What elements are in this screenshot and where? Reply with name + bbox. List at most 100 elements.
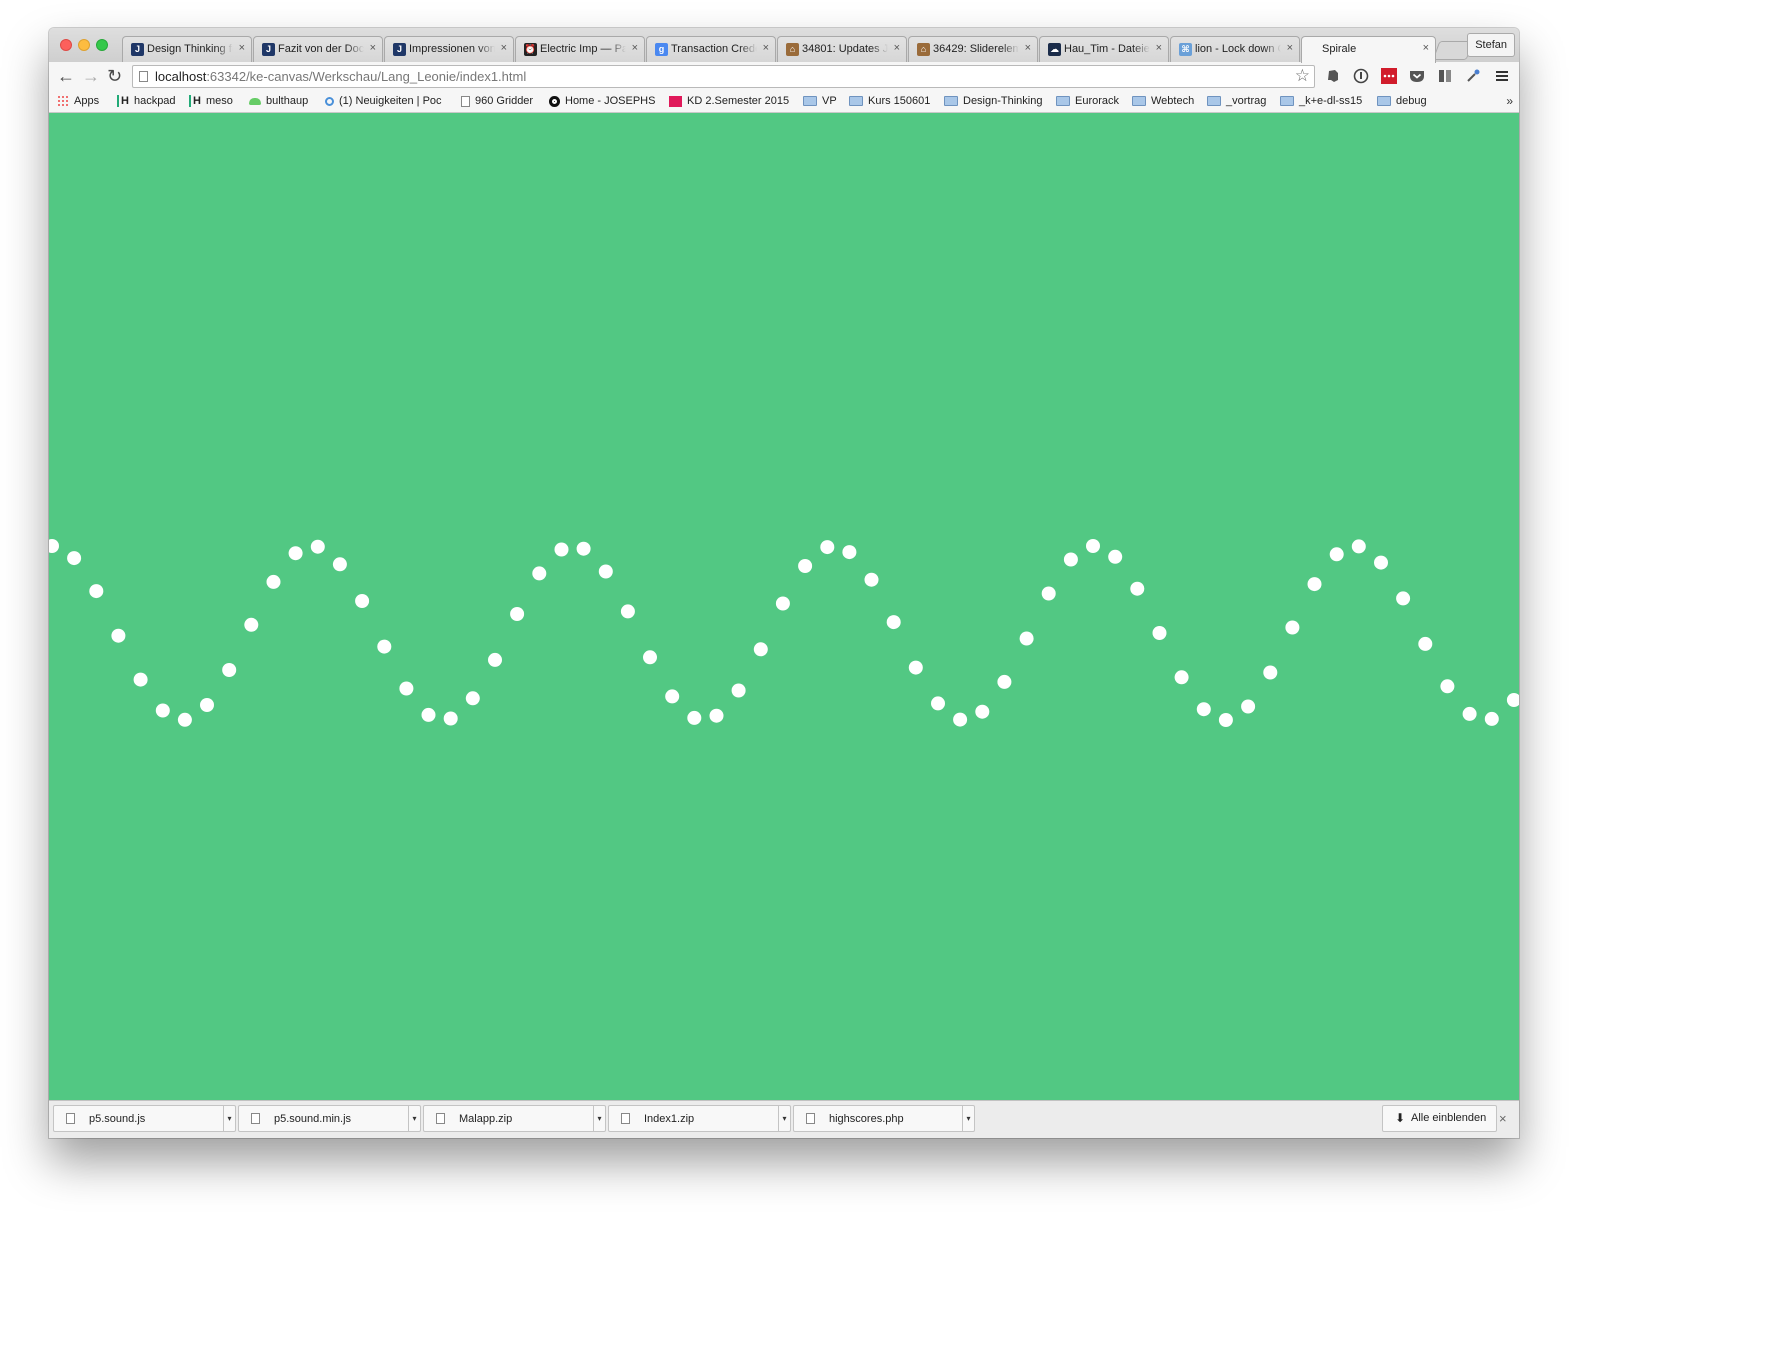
canvas-dot (997, 674, 1012, 689)
bookmark-6[interactable]: 960 Gridder (461, 95, 533, 107)
house-icon: ⌂ (917, 43, 930, 56)
tab-close-icon[interactable]: × (239, 42, 245, 54)
canvas-dot (1307, 577, 1322, 592)
eyedropper-icon[interactable] (1465, 68, 1481, 84)
download-menu-icon[interactable]: ▾ (778, 1106, 790, 1131)
onepassword-icon[interactable] (1353, 68, 1369, 84)
bookmark-label: Home - JOSEPHS (565, 95, 656, 107)
bookmark-12[interactable]: Eurorack (1056, 95, 1119, 107)
show-all-downloads-button[interactable]: ⬇ Alle einblenden (1382, 1105, 1498, 1132)
tab-close-icon[interactable]: × (501, 42, 507, 54)
bookmark-label: _vortrag (1226, 95, 1267, 107)
bookmark-label: VP (822, 95, 837, 107)
folder-icon (849, 96, 863, 106)
download-menu-icon[interactable]: ▾ (962, 1106, 974, 1131)
canvas-dot (1351, 539, 1366, 554)
download-item[interactable]: Malapp.zip ▾ (423, 1105, 606, 1132)
bookmark-13[interactable]: Webtech (1132, 95, 1194, 107)
tab-3[interactable]: J Impressionen von × (384, 36, 514, 62)
tab-title: Hau_Tim - Dateien (1064, 43, 1150, 55)
bookmark-4[interactable]: bulthaup (249, 95, 308, 107)
bookmark-1[interactable]: Apps (57, 95, 99, 107)
bookmark-3[interactable]: Hmeso (189, 95, 233, 107)
command-key-icon: ⌘ (1179, 43, 1192, 56)
bookmark-7[interactable]: Home - JOSEPHS (549, 95, 655, 107)
bookmark-15[interactable]: _k+e-dl-ss15 (1280, 95, 1362, 107)
download-menu-icon[interactable]: ▾ (223, 1106, 235, 1131)
tab-close-icon[interactable]: × (894, 42, 900, 54)
forward-button[interactable]: → (82, 65, 100, 87)
canvas-dot (155, 703, 170, 718)
tab-1[interactable]: J Design Thinking fü × (122, 36, 252, 62)
tab-2[interactable]: J Fazit von der Dock × (253, 36, 383, 62)
tab-title: Impressionen von (409, 43, 495, 55)
reload-button[interactable]: ↻ (107, 65, 122, 87)
tab-close-icon[interactable]: × (1287, 42, 1293, 54)
bookmark-10[interactable]: Kurs 150601 (849, 95, 930, 107)
address-bar[interactable]: localhost:63342/ke-canvas/Werkschau/Lang… (132, 65, 1315, 88)
tab-7[interactable]: ⌂ 36429: Sliderelem × (908, 36, 1038, 62)
show-all-label: Alle einblenden (1411, 1112, 1487, 1124)
tab-4[interactable]: ⏰ Electric Imp — Pa × (515, 36, 645, 62)
page-canvas[interactable] (49, 113, 1519, 1100)
bookmark-label: Design-Thinking (963, 95, 1043, 107)
close-download-shelf-button[interactable]: × (1499, 1111, 1507, 1126)
canvas-dot (377, 639, 392, 654)
bookmark-14[interactable]: _vortrag (1207, 95, 1266, 107)
cloud-icon: ☁ (1048, 43, 1061, 56)
canvas-dot (244, 617, 259, 632)
bookmark-16[interactable]: debug (1377, 95, 1427, 107)
tab-close-icon[interactable]: × (1156, 42, 1162, 54)
download-menu-icon[interactable]: ▾ (593, 1106, 605, 1131)
tab-title: Spirale (1322, 43, 1357, 55)
tab-10[interactable]: Spirale × (1301, 36, 1436, 63)
download-menu-icon[interactable]: ▾ (408, 1106, 420, 1131)
tab-close-icon[interactable]: × (370, 42, 376, 54)
bookmark-pink-icon (669, 95, 682, 107)
canvas-dot (288, 546, 303, 561)
canvas-dot (598, 564, 613, 579)
tab-9[interactable]: ⌘ lion - Lock down C × (1170, 36, 1300, 62)
bookmark-label: hackpad (133, 95, 176, 107)
bookmark-star-icon[interactable]: ☆ (1295, 66, 1310, 86)
profile-button[interactable]: Stefan (1467, 33, 1515, 57)
tab-5[interactable]: g Transaction Crede × (646, 36, 776, 62)
canvas-dot (266, 574, 281, 589)
window-close-button[interactable] (60, 39, 72, 51)
download-item[interactable]: p5.sound.js ▾ (53, 1105, 236, 1132)
download-item[interactable]: p5.sound.min.js ▾ (238, 1105, 421, 1132)
bookmark-9[interactable]: VP (803, 95, 837, 107)
canvas-dot (532, 566, 547, 581)
back-button[interactable]: ← (57, 65, 75, 87)
tab-close-icon[interactable]: × (1423, 42, 1429, 54)
lastpass-icon[interactable] (1381, 68, 1397, 84)
bookmark-2[interactable]: Hhackpad (117, 95, 176, 107)
bookmark-label: Eurorack (1075, 95, 1120, 107)
bookmark-11[interactable]: Design-Thinking (944, 95, 1042, 107)
readability-icon[interactable] (1437, 68, 1453, 84)
tab-close-icon[interactable]: × (763, 42, 769, 54)
bookmarks-overflow-button[interactable]: » (1506, 94, 1513, 108)
canvas-dot (687, 710, 702, 725)
folder-icon (1207, 96, 1221, 106)
canvas-dot (1174, 670, 1189, 685)
download-item[interactable]: Index1.zip ▾ (608, 1105, 791, 1132)
download-item[interactable]: highscores.php ▾ (793, 1105, 975, 1132)
file-icon (251, 1113, 260, 1124)
window-minimize-button[interactable] (78, 39, 90, 51)
canvas-dot (1241, 699, 1256, 714)
tab-close-icon[interactable]: × (1025, 42, 1031, 54)
tab-8[interactable]: ☁ Hau_Tim - Dateien × (1039, 36, 1169, 62)
menu-icon[interactable] (1494, 68, 1510, 84)
download-filename: Index1.zip (644, 1113, 695, 1125)
pocket-icon[interactable] (1409, 68, 1425, 84)
bookmark-5[interactable]: (1) Neuigkeiten | Poc (325, 95, 442, 107)
window-maximize-button[interactable] (96, 39, 108, 51)
evernote-icon[interactable] (1325, 68, 1341, 84)
canvas-dot (820, 540, 835, 555)
folder-icon (944, 96, 958, 106)
bookmarks-bar: Apps Hhackpad Hmeso bulthaup (1) Neuigkeiten… (49, 92, 1519, 113)
tab-6[interactable]: ⌂ 34801: Updates J × (777, 36, 907, 62)
bookmark-8[interactable]: KD 2.Semester 2015 (669, 95, 789, 107)
tab-close-icon[interactable]: × (632, 42, 638, 54)
